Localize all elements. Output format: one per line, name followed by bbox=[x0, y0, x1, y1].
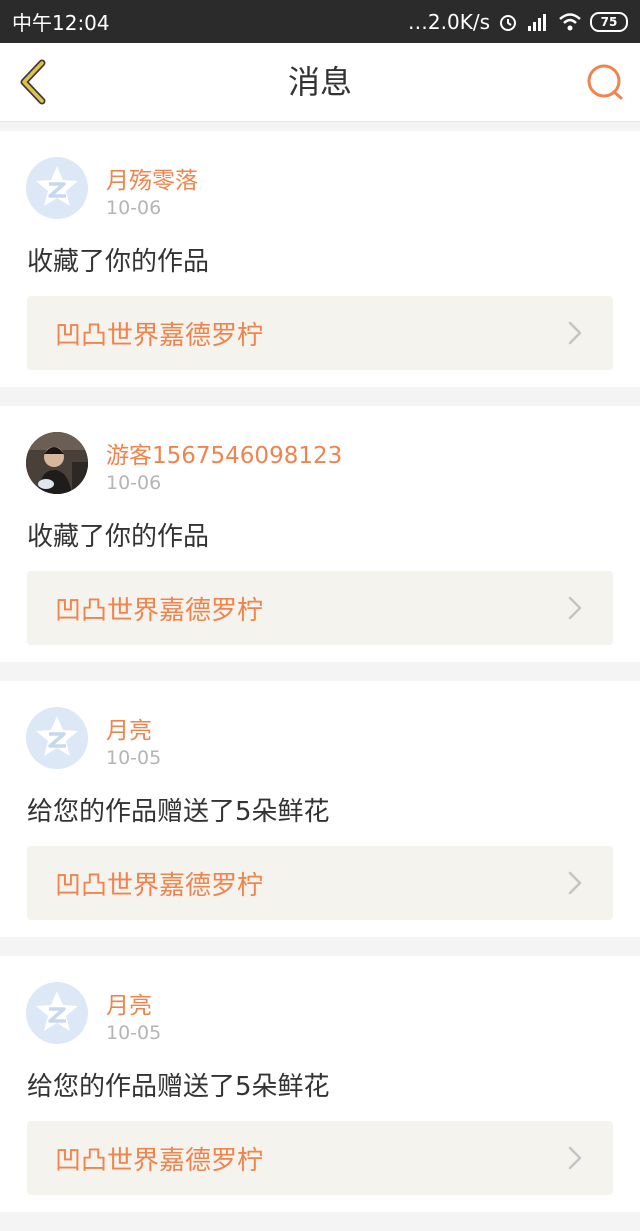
wifi-icon bbox=[559, 12, 581, 30]
status-time: 中午12:04 bbox=[12, 11, 110, 35]
work-title: 凹凸世界嘉德罗柠 bbox=[55, 1145, 264, 1176]
message-action: 给您的作品赠送了5朵鲜花 bbox=[27, 1072, 330, 1102]
username[interactable]: 游客1567546098123 bbox=[106, 436, 342, 470]
work-title: 凹凸世界嘉德罗柠 bbox=[55, 870, 264, 901]
battery-icon: 75 bbox=[590, 11, 628, 32]
chevron-right-icon bbox=[568, 596, 582, 620]
chevron-right-icon bbox=[568, 871, 582, 895]
message-card: 月亮 10-05 给您的作品赠送了5朵鲜花 凹凸世界嘉德罗柠 bbox=[0, 956, 640, 1212]
message-action: 收藏了你的作品 bbox=[27, 522, 210, 552]
page-title: 消息 bbox=[287, 63, 352, 101]
avatar[interactable] bbox=[26, 432, 88, 494]
work-link[interactable]: 凹凸世界嘉德罗柠 bbox=[27, 1121, 613, 1195]
message-card: 月殇零落 10-06 收藏了你的作品 凹凸世界嘉德罗柠 bbox=[0, 131, 640, 387]
search-icon[interactable] bbox=[584, 61, 626, 103]
message-date: 10-05 bbox=[106, 747, 162, 769]
work-link[interactable]: 凹凸世界嘉德罗柠 bbox=[27, 296, 613, 370]
work-title: 凹凸世界嘉德罗柠 bbox=[55, 595, 264, 626]
message-card: 游客1567546098123 10-06 收藏了你的作品 凹凸世界嘉德罗柠 bbox=[0, 406, 640, 662]
message-card: 月亮 10-05 给您的作品赠送了5朵鲜花 凹凸世界嘉德罗柠 bbox=[0, 681, 640, 937]
network-speed: …2.0K/s bbox=[407, 9, 490, 34]
work-link[interactable]: 凹凸世界嘉德罗柠 bbox=[27, 846, 613, 920]
message-date: 10-06 bbox=[106, 197, 162, 219]
signal-hd-icon bbox=[528, 13, 546, 31]
work-link[interactable]: 凹凸世界嘉德罗柠 bbox=[27, 571, 613, 645]
avatar[interactable] bbox=[26, 982, 88, 1044]
message-date: 10-06 bbox=[106, 472, 162, 494]
status-right: …2.0K/s 75 bbox=[408, 10, 628, 34]
message-action: 收藏了你的作品 bbox=[27, 247, 210, 277]
username[interactable]: 月亮 bbox=[106, 986, 152, 1020]
avatar[interactable] bbox=[26, 707, 88, 769]
username[interactable]: 月亮 bbox=[106, 711, 152, 745]
default-qzone-icon bbox=[36, 991, 78, 1031]
chevron-right-icon bbox=[568, 321, 582, 345]
message-date: 10-05 bbox=[106, 1022, 162, 1044]
avatar[interactable] bbox=[26, 157, 88, 219]
user-photo-image bbox=[26, 432, 88, 494]
message-list: 月殇零落 10-06 收藏了你的作品 凹凸世界嘉德罗柠 游客1567546098… bbox=[0, 131, 640, 1231]
alarm-icon bbox=[500, 14, 516, 31]
app-header: 消息 bbox=[0, 43, 640, 122]
work-title: 凹凸世界嘉德罗柠 bbox=[55, 320, 264, 351]
chevron-right-icon bbox=[568, 1146, 582, 1170]
default-qzone-icon bbox=[36, 716, 78, 756]
status-bar: 中午12:04 …2.0K/s 75 bbox=[0, 0, 640, 43]
message-action: 给您的作品赠送了5朵鲜花 bbox=[27, 797, 330, 827]
default-qzone-icon bbox=[36, 166, 78, 206]
username[interactable]: 月殇零落 bbox=[106, 161, 198, 195]
